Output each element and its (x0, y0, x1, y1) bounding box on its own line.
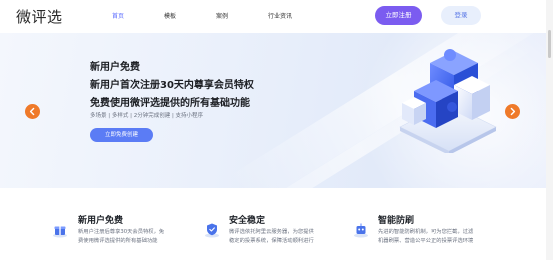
chevron-right-icon (510, 107, 516, 116)
feature-description: 新用户注册后尊享30天会员特权，免 (78, 229, 165, 235)
hero-banner: 新用户免费 新用户首次注册30天内尊享会员特权 免费使用微评选提供的所有基础功能… (0, 33, 546, 188)
login-button[interactable]: 登录 (441, 6, 481, 25)
site-logo[interactable]: 微评选 (16, 6, 63, 27)
robot-icon (354, 223, 368, 238)
banner-subtitle: 多场景 | 多样式 | 2分钟完成创建 | 支持小程序 (90, 113, 204, 119)
site-header: 微评选 首页 模板 案例 行业资讯 立即注册 登录 (0, 0, 553, 33)
banner-headline-3: 免费使用微评选提供的所有基础功能 (90, 98, 250, 109)
feature-title: 智能防刷 (378, 216, 415, 226)
feature-description: 机器刷票、营造公平公正的投票评选环境 (378, 238, 474, 244)
feature-description: 微评选依托阿里云服务器，为您提供 (229, 229, 314, 235)
gift-icon (53, 226, 67, 238)
register-button[interactable]: 立即注册 (375, 6, 422, 25)
feature-title: 新用户免费 (78, 216, 124, 226)
chevron-left-icon (29, 107, 35, 116)
puzzle-illustration (399, 49, 497, 153)
nav-item-cases[interactable]: 案例 (216, 11, 228, 20)
feature-description: 稳定的投票系统，保障活动顺利进行 (229, 238, 314, 244)
feature-description: 费使用微评选提供的所有基础功能 (78, 238, 158, 244)
banner-headline-1: 新用户免费 (90, 62, 140, 73)
nav-item-home[interactable]: 首页 (112, 11, 124, 20)
nav-item-templates[interactable]: 模板 (164, 11, 176, 20)
feature-description: 先进的智能防刷机制，可为您拦截，过滤 (378, 229, 474, 235)
shield-icon (205, 223, 219, 238)
create-free-button[interactable]: 立即免费创建 (90, 128, 153, 142)
carousel-prev-button[interactable] (25, 104, 40, 119)
nav-item-industry-news[interactable]: 行业资讯 (268, 11, 292, 20)
page-scrollbar-thumb[interactable] (548, 30, 551, 58)
feature-title: 安全稳定 (229, 216, 266, 226)
banner-headline-2: 新用户首次注册30天内尊享会员特权 (90, 80, 254, 91)
carousel-next-button[interactable] (505, 104, 520, 119)
